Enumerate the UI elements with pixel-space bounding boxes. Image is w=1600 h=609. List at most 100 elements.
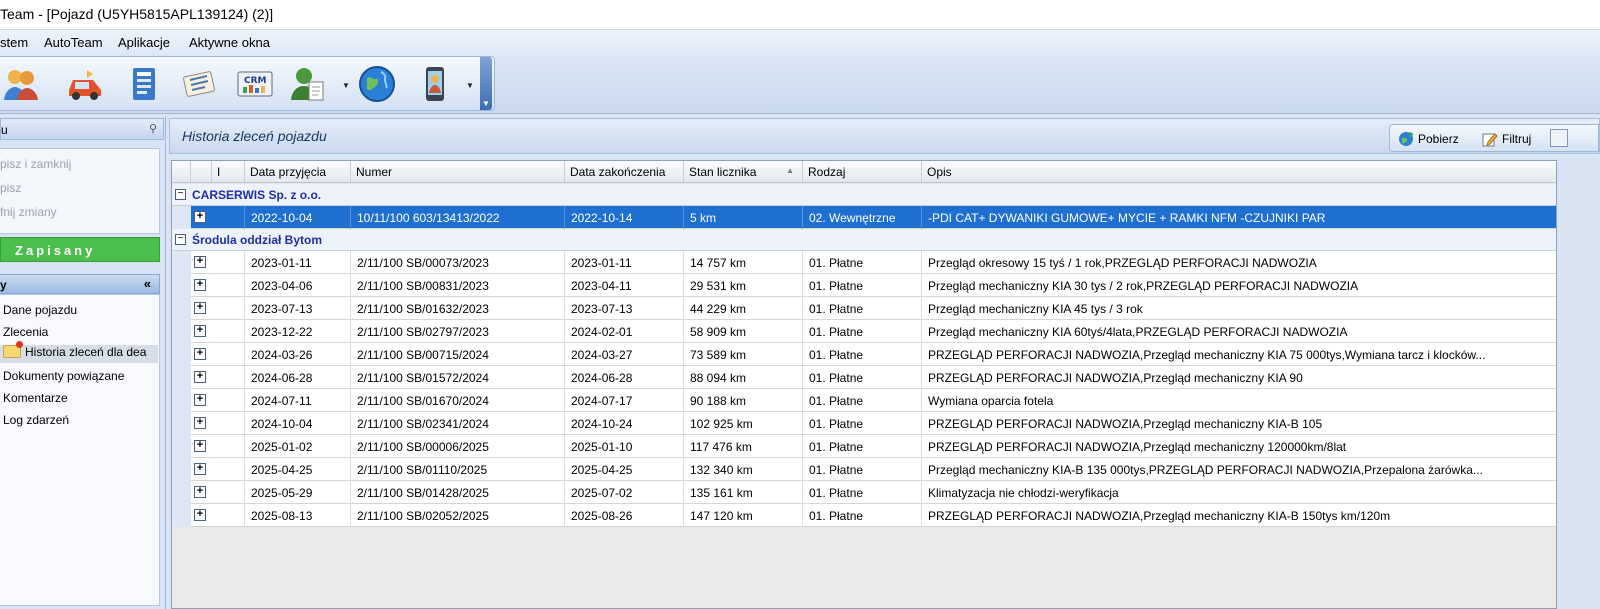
column-header-numer[interactable]: Numer xyxy=(351,161,565,183)
cell-data-zakonczenia: 2025-08-26 xyxy=(565,504,684,527)
collapse-chevron-icon[interactable]: « xyxy=(144,276,151,291)
cell-rodzaj: 01. Płatne xyxy=(803,435,922,458)
expand-row-icon[interactable]: + xyxy=(194,302,206,314)
cell-rodzaj: 01. Płatne xyxy=(803,297,922,320)
nav-item-dokumenty-powiazane[interactable]: Dokumenty powiązane xyxy=(3,369,124,387)
expand-row-icon[interactable]: + xyxy=(194,371,206,383)
filter-button[interactable]: Filtruj xyxy=(1482,131,1531,147)
crm-icon[interactable]: CRM xyxy=(234,63,276,105)
expand-row-icon[interactable]: + xyxy=(194,211,206,223)
column-header-data-przyjecia[interactable]: Data przyjęcia xyxy=(245,161,351,183)
actions-header: u ⚲ xyxy=(0,118,164,140)
pin-icon[interactable]: ⚲ xyxy=(149,122,157,135)
table-row[interactable]: +2025-04-25 2/11/100 SB/01110/2025 2025-04… xyxy=(172,458,1556,481)
fetch-button[interactable]: Pobierz xyxy=(1398,131,1459,147)
table-row[interactable]: +2025-08-13 2/11/100 SB/02052/2025 2025-08… xyxy=(172,504,1556,527)
table-row[interactable]: +2024-10-04 2/11/100 SB/02341/2024 2024-10… xyxy=(172,412,1556,435)
header-toolbar: Pobierz Filtruj xyxy=(1389,124,1599,152)
row-indicator xyxy=(172,435,191,458)
cell-opis: Przegląd mechaniczny KIA 45 tys / 3 rok xyxy=(928,302,1143,316)
notes-icon[interactable] xyxy=(178,63,220,105)
table-row[interactable]: +2023-04-06 2/11/100 SB/00831/2023 2023-04… xyxy=(172,274,1556,297)
cell-data-przyjecia: 2024-07-11 xyxy=(245,389,351,412)
expand-row-icon[interactable]: + xyxy=(194,348,206,360)
nav-header-label: y xyxy=(0,278,7,292)
collapse-group-icon[interactable]: − xyxy=(175,234,186,245)
table-row[interactable]: +2023-07-13 2/11/100 SB/01632/2023 2023-07… xyxy=(172,297,1556,320)
cell-i xyxy=(212,481,245,504)
table-row[interactable]: +2025-01-02 2/11/100 SB/00006/2025 2025-01… xyxy=(172,435,1556,458)
row-indicator xyxy=(172,251,191,274)
column-header-stan-licznika[interactable]: Stan licznika ▲ xyxy=(684,161,803,183)
group-name: Środula oddział Bytom xyxy=(192,233,323,247)
customers-icon[interactable] xyxy=(0,63,42,105)
table-row[interactable]: +2022-10-04 10/11/100 603/13413/2022 2022-… xyxy=(172,206,1556,229)
collapse-group-icon[interactable]: − xyxy=(175,189,186,200)
row-indicator xyxy=(172,206,191,229)
nav-item-dane-pojazdu[interactable]: Dane pojazdu xyxy=(3,303,77,321)
mobile-dropdown-icon[interactable]: ▼ xyxy=(466,81,474,91)
expand-row-icon[interactable]: + xyxy=(194,463,206,475)
menu-system[interactable]: stem xyxy=(0,35,28,50)
row-indicator xyxy=(172,389,191,412)
mobile-icon[interactable] xyxy=(414,63,456,105)
expand-row-icon[interactable]: + xyxy=(194,440,206,452)
menu-aktywne-okna[interactable]: Aktywne okna xyxy=(189,35,270,50)
view-toggle-button[interactable] xyxy=(1550,129,1568,147)
cell-data-zakonczenia: 2025-04-25 xyxy=(565,458,684,481)
expand-row-icon[interactable]: + xyxy=(194,325,206,337)
cell-rodzaj: 01. Płatne xyxy=(803,504,922,527)
cell-numer: 2/11/100 SB/02052/2025 xyxy=(351,504,565,527)
cell-stan-licznika: 135 161 km xyxy=(684,481,803,504)
table-row[interactable]: +2024-06-28 2/11/100 SB/01572/2024 2024-06… xyxy=(172,366,1556,389)
column-header-rodzaj[interactable]: Rodzaj xyxy=(803,161,922,183)
column-header-expand xyxy=(191,161,212,183)
window-titlebar: Team - [Pojazd (U5YH5815APL139124) (2)] xyxy=(0,0,1600,30)
cell-opis: Przegląd mechaniczny KIA-B 135 000tys,PR… xyxy=(928,463,1483,477)
cell-data-przyjecia: 2023-12-22 xyxy=(245,320,351,343)
expand-row-icon[interactable]: + xyxy=(194,279,206,291)
nav-item-historia-zlecen[interactable]: Historia zleceń dla dea xyxy=(0,341,158,363)
menu-autoteam[interactable]: AutoTeam xyxy=(44,35,103,50)
column-header-opis[interactable]: Opis xyxy=(922,161,1556,183)
cell-data-zakonczenia: 2023-07-13 xyxy=(565,297,684,320)
expand-row-icon[interactable]: + xyxy=(194,509,206,521)
cell-rodzaj: 01. Płatne xyxy=(803,343,922,366)
action-save[interactable]: pisz xyxy=(0,181,21,195)
expand-row-icon[interactable]: + xyxy=(194,394,206,406)
nav-header[interactable]: y « xyxy=(0,274,160,294)
column-header-i[interactable]: I xyxy=(212,161,245,183)
table-row[interactable]: +2024-03-26 2/11/100 SB/00715/2024 2024-03… xyxy=(172,343,1556,366)
expand-row-icon[interactable]: + xyxy=(194,486,206,498)
refresh-globe-icon xyxy=(1399,132,1414,146)
user-document-dropdown-icon[interactable]: ▼ xyxy=(342,81,350,91)
car-icon[interactable] xyxy=(64,63,106,105)
toolbar-overflow-grip[interactable]: ▼ xyxy=(480,57,492,110)
nav-item-zlecenia[interactable]: Zlecenia xyxy=(3,325,48,343)
cell-opis: Przegląd mechaniczny KIA 30 tys / 2 rok,… xyxy=(928,279,1359,293)
table-row[interactable]: +2023-12-22 2/11/100 SB/02797/2023 2024-02… xyxy=(172,320,1556,343)
column-header-data-zakonczenia[interactable]: Data zakończenia xyxy=(565,161,684,183)
table-row[interactable]: +2023-01-11 2/11/100 SB/00073/2023 2023-01… xyxy=(172,251,1556,274)
expand-row-icon[interactable]: + xyxy=(194,256,206,268)
cell-rodzaj: 01. Płatne xyxy=(803,412,922,435)
nav-item-komentarze[interactable]: Komentarze xyxy=(3,391,68,409)
menu-aplikacje[interactable]: Aplikacje xyxy=(118,35,170,50)
cell-opis: PRZEGLĄD PERFORACJI NADWOZIA,Przegląd me… xyxy=(928,348,1486,362)
group-row[interactable]: − CARSERWIS Sp. z o.o. xyxy=(172,184,1556,206)
cell-data-przyjecia: 2024-10-04 xyxy=(245,412,351,435)
action-save-and-close[interactable]: pisz i zamknij xyxy=(0,157,71,171)
expand-row-icon[interactable]: + xyxy=(194,417,206,429)
nav-item-log-zdarzen[interactable]: Log zdarzeń xyxy=(3,413,69,431)
user-document-icon[interactable] xyxy=(288,63,330,105)
column-header-indicator xyxy=(172,161,191,183)
table-row[interactable]: +2025-05-29 2/11/100 SB/01428/2025 2025-07… xyxy=(172,481,1556,504)
document-icon[interactable] xyxy=(124,63,166,105)
group-row[interactable]: − Środula oddział Bytom xyxy=(172,229,1556,251)
cell-numer: 2/11/100 SB/01572/2024 xyxy=(351,366,565,389)
action-undo-changes[interactable]: fnij zmiany xyxy=(0,205,57,219)
cell-opis: Wymiana oparcia fotela xyxy=(928,394,1054,408)
table-row[interactable]: +2024-07-11 2/11/100 SB/01670/2024 2024-07… xyxy=(172,389,1556,412)
globe-icon[interactable] xyxy=(356,63,398,105)
cell-numer: 2/11/100 SB/00006/2025 xyxy=(351,435,565,458)
